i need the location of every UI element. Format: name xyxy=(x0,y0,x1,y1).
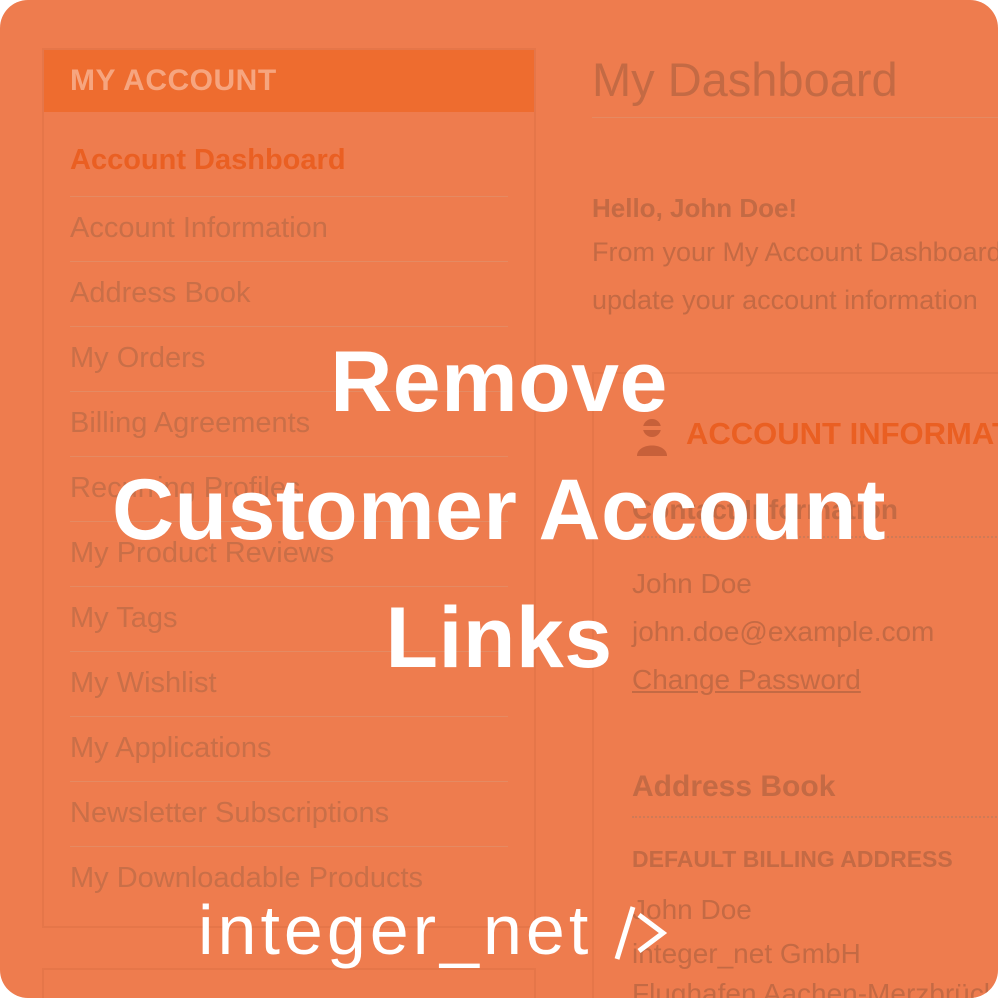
overlay-title-line1: Remove xyxy=(330,334,668,430)
sidebar-item-account-information[interactable]: Account Information xyxy=(70,197,508,262)
sidebar-item-newsletter-subscriptions[interactable]: Newsletter Subscriptions xyxy=(70,782,508,847)
logo-wordmark: integer_net xyxy=(198,891,593,969)
overlay-title-line3: Links xyxy=(385,590,613,686)
sidebar-item-my-applications[interactable]: My Applications xyxy=(70,717,508,782)
sidebar-item-account-dashboard[interactable]: Account Dashboard xyxy=(70,130,508,197)
overlay-title-line2: Customer Account xyxy=(111,462,887,558)
intro-text-line1: From your My Account Dashboard xyxy=(592,237,998,267)
integer-net-logo: integer_net xyxy=(198,885,667,975)
intro-text-line2: update your account information xyxy=(592,285,978,315)
title-divider xyxy=(592,117,998,118)
sidebar-header: MY ACCOUNT xyxy=(44,50,534,112)
address-line: Flughafen Aachen-Merzbrück xyxy=(632,978,998,998)
overlay-title: Remove Customer Account Links xyxy=(0,318,998,702)
dotted-divider xyxy=(632,816,998,818)
address-book-heading: Address Book xyxy=(632,770,836,803)
greeting: Hello, John Doe! xyxy=(592,193,798,223)
promo-card: MY ACCOUNT Account Dashboard Account Inf… xyxy=(0,0,998,998)
default-billing-address-heading: DEFAULT BILLING ADDRESS xyxy=(632,846,953,872)
slash-chevron-icon xyxy=(614,906,667,960)
page-title: My Dashboard xyxy=(592,53,898,106)
